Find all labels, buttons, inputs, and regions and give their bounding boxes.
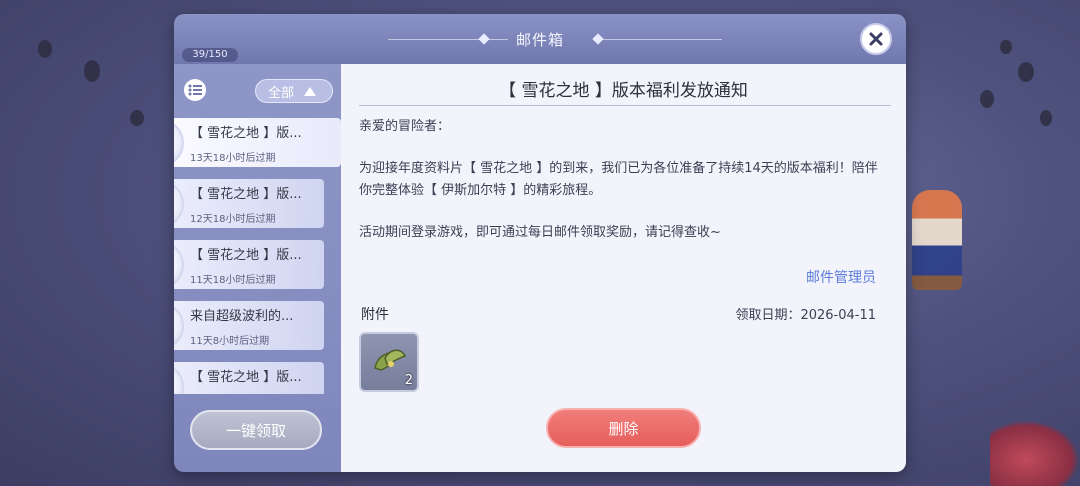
filter-label: 全部	[268, 85, 295, 101]
penguin-sprite	[1040, 110, 1052, 126]
mail-paragraph: 活动期间登录游戏，即可通过每日邮件领取奖励，请记得查收~	[359, 225, 721, 240]
mail-item-expiry: 11天18小时后过期	[190, 275, 276, 286]
mail-list: 【 雪花之地 】版... 13天18小时后过期 【 雪花之地 】版... 12天…	[174, 118, 341, 394]
mail-list-item[interactable]: 【 雪花之地 】版... 11天18小时后过期	[174, 240, 341, 289]
mail-item-expiry: 13天18小时后过期	[190, 153, 276, 164]
mail-greeting: 亲爱的冒险者：	[359, 119, 451, 134]
mail-item-title: 【 雪花之地 】版...	[190, 126, 302, 141]
penguin-sprite	[1000, 40, 1012, 54]
triangle-up-icon	[304, 86, 317, 96]
mail-counter: 39/150	[182, 48, 238, 62]
attachment-item[interactable]: 2	[359, 332, 419, 392]
mail-sender: 邮件管理员	[806, 270, 876, 286]
close-button[interactable]	[860, 23, 892, 55]
penguin-sprite	[1018, 62, 1034, 82]
mail-paragraph: 为迎接年度资料片【 雪花之地 】的到来，我们已为各位准备了持续14天的版本福利！…	[359, 161, 878, 198]
mail-item-title: 【 雪花之地 】版...	[190, 370, 302, 385]
mail-subject: 【 雪花之地 】版本福利发放通知	[499, 81, 748, 101]
penguin-sprite	[130, 110, 144, 126]
attachment-count: 2	[404, 373, 413, 388]
title-divider	[602, 39, 722, 40]
mailbox-window: 邮件箱 39/150 全部 【 雪花之地 】版... 13天18小时后过期 【 …	[174, 14, 906, 472]
mail-item-title: 【 雪花之地 】版...	[190, 248, 302, 263]
mail-item-title: 来自超级波利的...	[190, 309, 294, 324]
subject-divider	[359, 105, 891, 106]
window-title: 邮件箱	[515, 31, 564, 49]
mail-item-expiry: 11天8小时后过期	[190, 336, 270, 347]
close-icon	[869, 32, 883, 46]
mail-list-item[interactable]: 【 雪花之地 】版... 13天18小时后过期	[174, 118, 341, 167]
mail-sidebar: 全部 【 雪花之地 】版... 13天18小时后过期 【 雪花之地 】版... …	[174, 64, 341, 472]
mail-list-item[interactable]: 来自超级波利的... 11天8小时后过期	[174, 301, 341, 350]
mailbox-titlebar: 邮件箱 39/150	[174, 14, 906, 64]
filter-dropdown[interactable]: 全部	[255, 79, 333, 103]
mail-body: 亲爱的冒险者： 为迎接年度资料片【 雪花之地 】的到来，我们已为各位准备了持续1…	[359, 116, 889, 244]
mail-item-title: 【 雪花之地 】版...	[190, 187, 302, 202]
delete-button[interactable]: 删除	[546, 408, 701, 448]
penguin-sprite	[980, 90, 994, 108]
player-character	[912, 190, 962, 290]
claim-all-button[interactable]: 一键领取	[190, 410, 322, 450]
mail-item-expiry: 12天18小时后过期	[190, 214, 276, 225]
mail-list-item[interactable]: 【 雪花之地 】版...	[174, 362, 341, 394]
mail-content: 【 雪花之地 】版本福利发放通知 亲爱的冒险者： 为迎接年度资料片【 雪花之地 …	[341, 64, 906, 472]
mail-list-item[interactable]: 【 雪花之地 】版... 12天18小时后过期	[174, 179, 341, 228]
red-plant-decoration	[990, 420, 1080, 486]
claim-date: 领取日期：2026-04-11	[735, 308, 876, 323]
attachment-label: 附件	[361, 307, 389, 323]
list-menu-icon[interactable]	[184, 79, 206, 101]
penguin-sprite	[38, 40, 52, 58]
penguin-sprite	[84, 60, 100, 82]
